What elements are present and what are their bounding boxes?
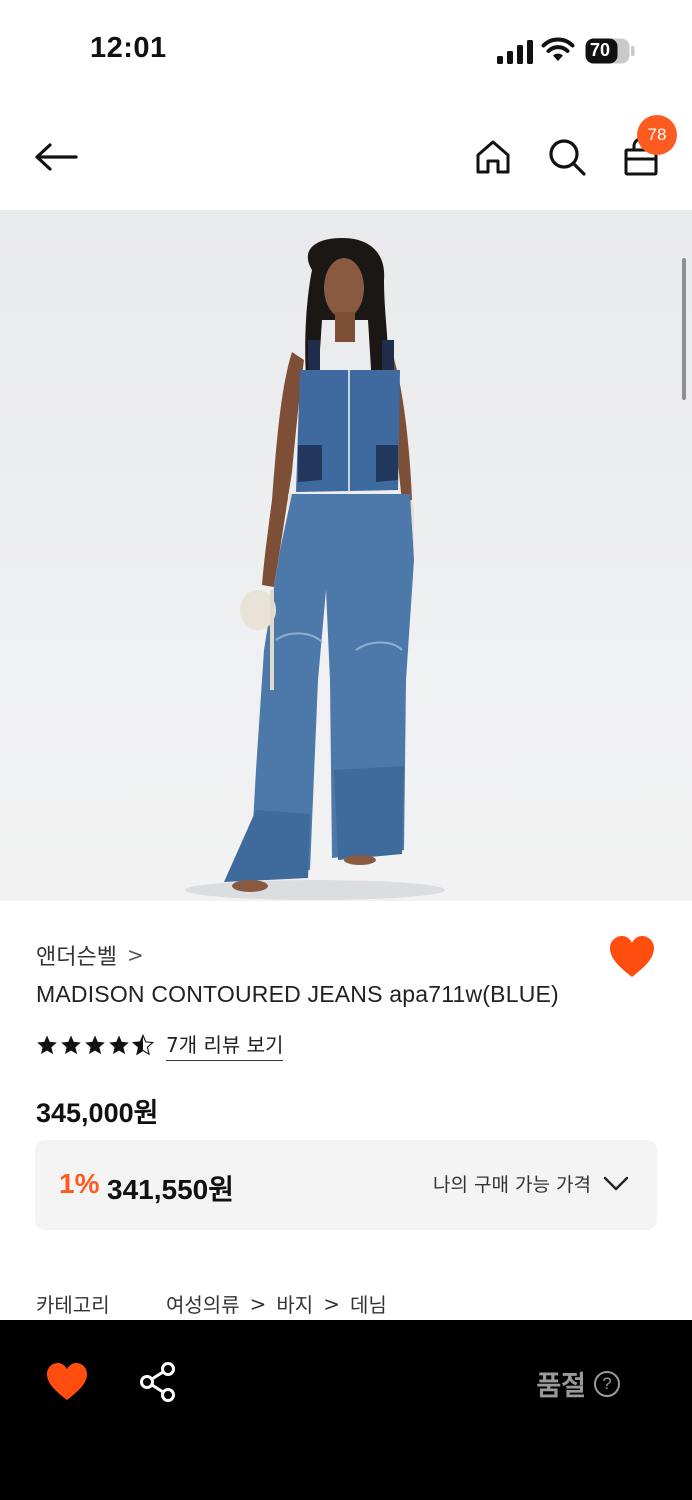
star-rating [36, 1034, 154, 1056]
category-crumb[interactable]: 여성의류 [166, 1289, 240, 1318]
wifi-icon [541, 37, 575, 61]
bottom-action-bar: 품절 ? [0, 1320, 692, 1500]
half-star-icon [132, 1034, 154, 1056]
image-scroll-indicator [682, 258, 686, 400]
heart-icon [610, 936, 654, 977]
category-row: 카테고리 여성의류 > 바지 > 데님 [36, 1289, 387, 1318]
battery-level: 70 [590, 40, 611, 60]
search-icon [549, 139, 586, 176]
heart-icon [47, 1363, 87, 1400]
chevron-right-icon: > [323, 1291, 340, 1316]
wishlist-button[interactable] [45, 1362, 89, 1402]
cart-count-badge: 78 [637, 115, 677, 155]
star-icon [61, 1035, 81, 1055]
cellular-signal-icon [497, 40, 533, 64]
my-purchase-price-toggle[interactable]: 나의 구매 가능 가격 [433, 1170, 629, 1197]
battery-indicator: 70 [585, 38, 635, 64]
star-icon [85, 1035, 105, 1055]
share-button[interactable] [138, 1362, 178, 1402]
help-icon[interactable]: ? [594, 1370, 620, 1397]
star-icon [37, 1035, 57, 1055]
status-bar: 12:01 70 [0, 0, 692, 100]
chevron-right-icon: > [126, 943, 144, 967]
back-button[interactable] [30, 134, 82, 180]
discount-price: 341,550원 [107, 1174, 234, 1205]
home-button[interactable] [470, 134, 516, 180]
search-button[interactable] [544, 134, 590, 180]
home-icon [476, 140, 510, 174]
brand-link[interactable]: 앤더슨벨 > [36, 939, 144, 971]
soldout-label: 품절 [536, 1371, 586, 1402]
original-price: 345,000원 [36, 1098, 159, 1128]
wishlist-heart-button[interactable] [608, 935, 656, 979]
top-nav: 78 [0, 100, 692, 210]
chevron-down-icon [603, 1176, 629, 1190]
soldout-status: 품절 ? [536, 1364, 620, 1403]
chevron-right-icon: > [249, 1291, 267, 1316]
review-link[interactable]: 7개 리뷰 보기 [166, 1029, 284, 1061]
status-time: 12:01 [90, 32, 167, 64]
arrow-left-icon [35, 143, 78, 171]
star-icon [109, 1035, 129, 1055]
category-crumb[interactable]: 데님 [350, 1289, 387, 1318]
model-photo [185, 238, 445, 900]
product-image[interactable] [0, 210, 692, 901]
rating-row: 7개 리뷰 보기 [36, 1029, 284, 1061]
discount-rate: 1% [59, 1168, 100, 1199]
category-label: 카테고리 [36, 1293, 110, 1317]
category-crumb[interactable]: 바지 [276, 1289, 313, 1318]
my-price-label: 나의 구매 가능 가격 [433, 1174, 591, 1196]
brand-name: 앤더슨벨 [36, 945, 117, 970]
discount-price-box: 1% 341,550원 나의 구매 가능 가격 [35, 1140, 657, 1230]
share-icon [140, 1362, 175, 1402]
product-title: MADISON CONTOURED JEANS apa711w(BLUE) [36, 981, 559, 1007]
